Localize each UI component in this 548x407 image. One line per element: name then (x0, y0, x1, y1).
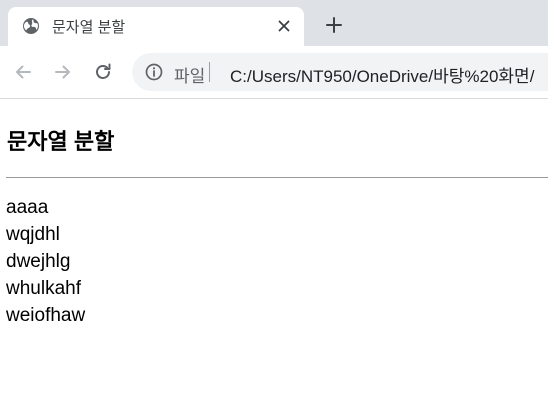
forward-arrow-icon[interactable] (50, 59, 76, 85)
plus-icon[interactable] (322, 13, 346, 37)
horizontal-rule (6, 177, 548, 178)
list-item: aaaa (6, 197, 49, 218)
scheme-label: 파일 (174, 67, 206, 86)
info-icon[interactable] (145, 63, 163, 81)
page-title: 문자열 분할 (7, 129, 115, 154)
tab-strip: 문자열 분할 (0, 0, 548, 46)
list-item: wqjdhl (6, 224, 60, 245)
list-item: weiofhaw (6, 305, 86, 326)
close-icon[interactable] (274, 16, 294, 36)
globe-icon (22, 17, 40, 35)
list-item: whulkahf (6, 278, 81, 299)
page-content: 문자열 분할 aaaa wqjdhl dwejhlg whulkahf weio… (0, 99, 548, 407)
list-item: dwejhlg (6, 251, 71, 272)
reload-icon[interactable] (90, 59, 116, 85)
browser-toolbar: 파일 C:/Users/NT950/OneDrive/바탕%20화면/ (0, 46, 548, 99)
split-result-list: aaaa wqjdhl dwejhlg whulkahf weiofhaw (6, 194, 85, 329)
back-arrow-icon[interactable] (10, 59, 36, 85)
url-text[interactable]: C:/Users/NT950/OneDrive/바탕%20화면/ (230, 62, 534, 87)
address-bar[interactable]: 파일 C:/Users/NT950/OneDrive/바탕%20화면/ (132, 53, 548, 91)
active-tab[interactable]: 문자열 분할 (8, 7, 304, 46)
scheme-divider (209, 62, 210, 82)
tab-title: 문자열 분할 (52, 19, 126, 36)
